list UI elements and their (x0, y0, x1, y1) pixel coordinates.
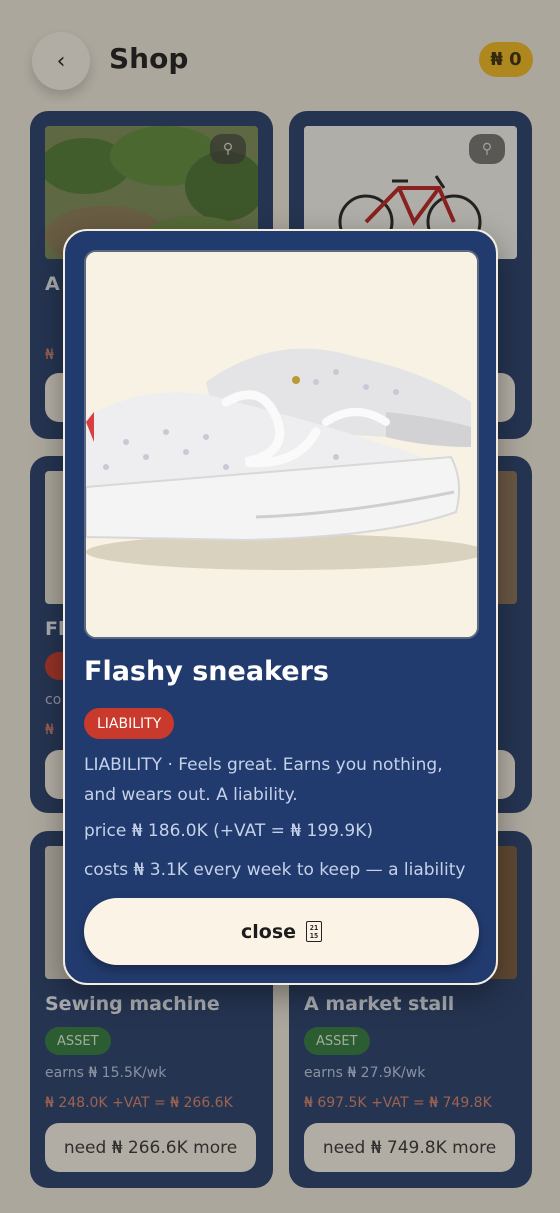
item-upkeep-cost: costs ₦ 3.1K every week to keep — a liab… (84, 860, 466, 880)
close-label: close (240, 920, 297, 943)
keyboard-shortcut-icon: 21 15 (306, 921, 323, 942)
item-description: LIABILITY · Feels great. Earns you nothi… (84, 755, 443, 805)
liability-badge: LIABILITY (84, 708, 175, 739)
item-detail-modal: Flashy sneakers LIABILITY LIABILITY · Fe… (63, 229, 498, 985)
close-button[interactable]: close 21 15 (84, 898, 479, 965)
item-photo (84, 250, 479, 639)
item-price: price ₦ 186.0K (+VAT = ₦ 199.9K) (84, 821, 373, 841)
item-title: Flashy sneakers (84, 656, 329, 687)
sneakers-image (86, 252, 477, 637)
